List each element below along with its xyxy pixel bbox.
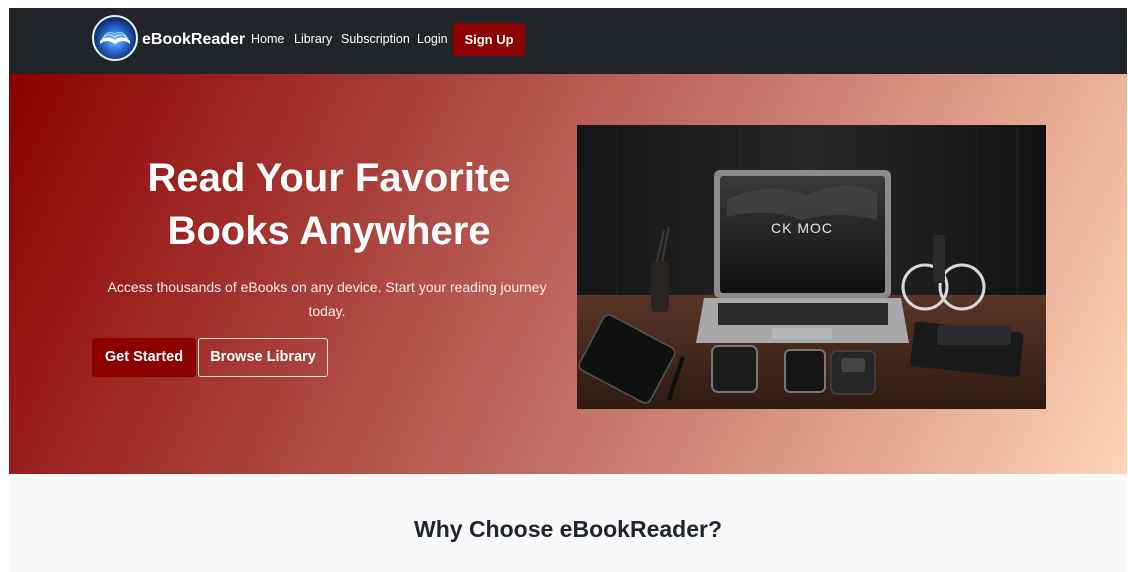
nav-link-home[interactable]: Home (251, 32, 284, 46)
nav-link-subscription[interactable]: Subscription (341, 32, 410, 46)
hero-subtitle-line-1: Access thousands of eBooks on any device… (107, 279, 547, 295)
features-section: Why Choose eBookReader? (9, 474, 1127, 572)
hero-title-line-2: Books Anywhere (167, 209, 491, 253)
hero-subtitle-line-2: today. (308, 303, 346, 319)
hero-subtitle: Access thousands of eBooks on any device… (107, 275, 547, 323)
browse-library-button[interactable]: Browse Library (198, 338, 328, 377)
get-started-button[interactable]: Get Started (92, 338, 196, 377)
laptop-screen-text: CK MOC (771, 220, 833, 236)
features-title: Why Choose eBookReader? (414, 516, 722, 542)
nav-link-library[interactable]: Library (294, 32, 332, 46)
hero-device-image: CK MOC (577, 125, 1046, 409)
brand-name[interactable]: eBookReader (142, 31, 245, 49)
hero-title: Read Your Favorite Books Anywhere (109, 152, 549, 258)
signup-button[interactable]: Sign Up (453, 23, 525, 56)
navbar: eBookReader Home Library Subscription Lo… (9, 8, 1127, 74)
page-frame: eBookReader Home Library Subscription Lo… (9, 8, 1127, 572)
hero-title-line-1: Read Your Favorite (147, 156, 511, 200)
open-book-logo-icon[interactable] (92, 15, 138, 61)
hero-section: Read Your Favorite Books Anywhere Access… (9, 74, 1127, 474)
nav-link-login[interactable]: Login (417, 32, 448, 46)
